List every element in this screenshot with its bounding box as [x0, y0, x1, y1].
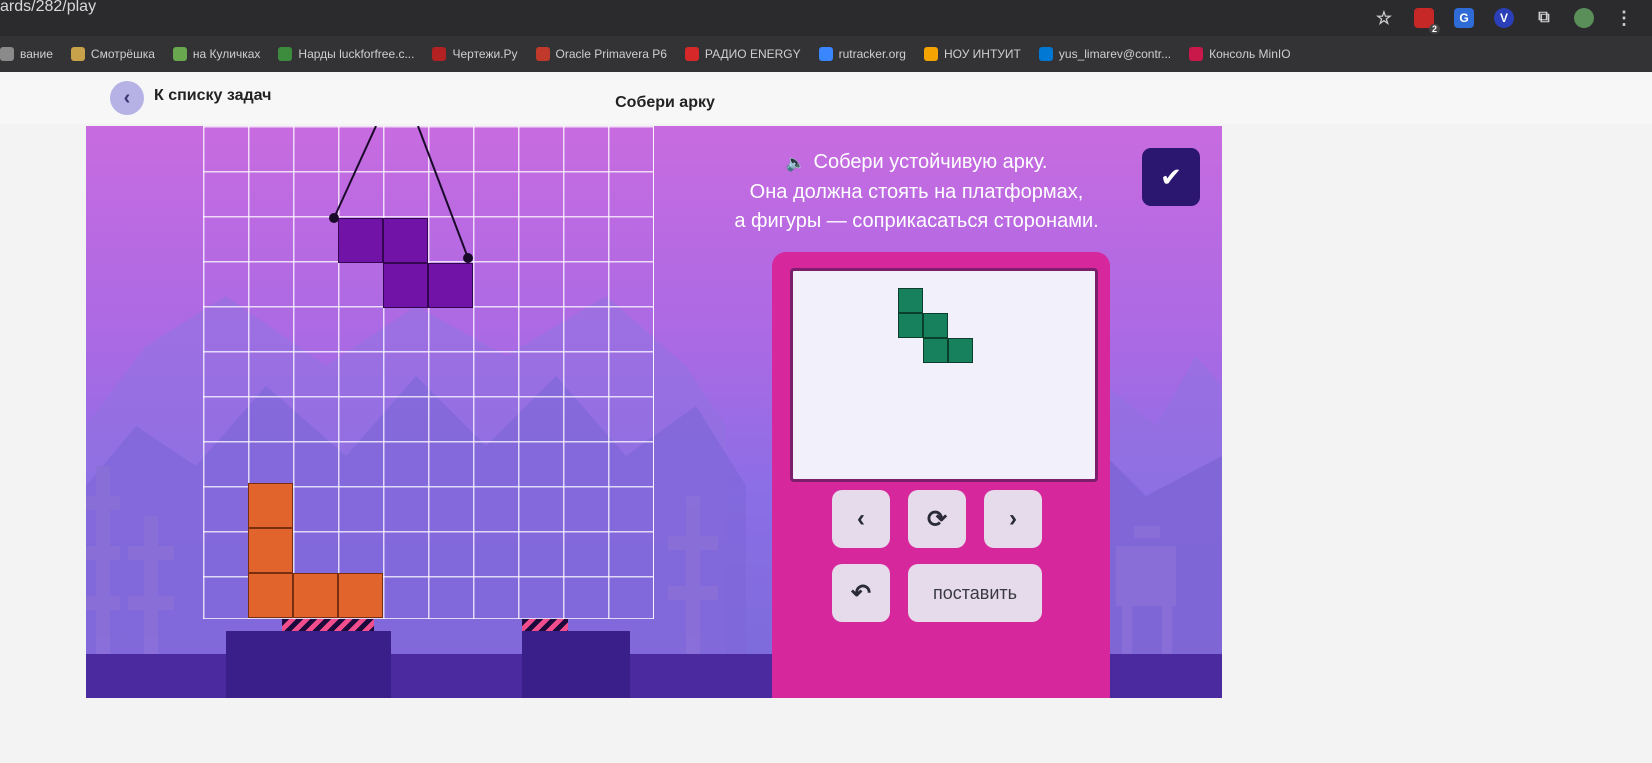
bookmark-item[interactable]: Чертежи.Ру	[432, 47, 518, 61]
vpn-icon[interactable]: V	[1494, 8, 1514, 28]
bookmark-favicon-icon	[1189, 47, 1204, 61]
bookmark-item[interactable]: Консоль MinIO	[1189, 47, 1291, 61]
piece-cell	[383, 263, 428, 308]
check-button[interactable]: ✔	[1142, 148, 1200, 206]
instruction-line-1: 🔈 Собери устойчивую арку.	[785, 151, 1048, 173]
undo-button[interactable]: ↶	[832, 564, 890, 622]
preview-cell	[923, 338, 948, 363]
bookmarks-bar: вание Смотрёшка на Куличках Нарды luckfo…	[0, 36, 1652, 72]
task-header: ‹ К списку задач Собери арку	[0, 72, 1652, 124]
speaker-icon[interactable]: 🔈	[786, 155, 806, 172]
bookmark-item[interactable]: Нарды luckforfree.c...	[278, 47, 414, 61]
next-piece-button[interactable]: ›	[984, 490, 1042, 548]
bookmark-item[interactable]: РАДИО ENERGY	[684, 47, 801, 61]
bookmark-item[interactable]: Смотрёшка	[70, 47, 155, 61]
page-title: Собери арку	[615, 94, 715, 111]
check-icon: ✔	[1160, 161, 1182, 192]
extensions-icon[interactable]: ⧉	[1534, 8, 1554, 28]
previous-piece-button[interactable]: ‹	[832, 490, 890, 548]
profile-icon[interactable]	[1574, 8, 1594, 28]
piece-cell	[428, 263, 473, 308]
back-to-tasks-link[interactable]: К списку задач	[154, 87, 271, 105]
piece-control-panel: ‹ ⟳ › ↶ поставить	[772, 252, 1110, 698]
piece-cell	[383, 218, 428, 263]
star-icon[interactable]: ☆	[1374, 8, 1394, 28]
preview-cell	[923, 313, 948, 338]
piece-cell	[248, 483, 293, 528]
right-platform	[522, 631, 630, 698]
instruction-text: 🔈 Собери устойчивую арку. Она должна стоя…	[694, 148, 1139, 236]
bookmark-favicon-icon	[70, 47, 85, 61]
game-scene: 🔈 Собери устойчивую арку. Она должна стоя…	[86, 126, 1222, 698]
chevron-right-icon: ›	[1009, 505, 1017, 532]
adblock-icon[interactable]: 2	[1414, 8, 1440, 34]
bookmark-item[interactable]: на Куличках	[172, 47, 260, 61]
chevron-left-icon: ‹	[857, 505, 865, 532]
left-platform-stripe	[282, 619, 374, 631]
bookmark-item[interactable]: вание	[0, 47, 53, 61]
piece-cell	[248, 573, 293, 618]
bookmark-favicon-icon	[923, 47, 938, 61]
preview-cell	[898, 288, 923, 313]
bookmark-item[interactable]: НОУ ИНТУИТ	[923, 47, 1021, 61]
instruction-line-2: Она должна стоять на платформах,	[749, 181, 1084, 203]
bookmark-favicon-icon	[818, 47, 833, 61]
piece-cell	[293, 573, 338, 618]
preview-cell	[898, 313, 923, 338]
bookmark-item[interactable]: rutracker.org	[818, 47, 906, 61]
left-platform	[226, 631, 391, 698]
page: ‹ К списку задач Собери арку 🔈 Собери ус…	[0, 72, 1652, 763]
back-button[interactable]: ‹	[110, 81, 144, 115]
piece-cell	[248, 528, 293, 573]
adblock-badge: 2	[1428, 24, 1440, 34]
bookmark-favicon-icon	[684, 47, 699, 61]
bookmark-favicon-icon	[1038, 47, 1053, 61]
piece-cell	[338, 573, 383, 618]
piece-cell	[338, 218, 383, 263]
undo-icon: ↶	[850, 579, 872, 607]
chevron-left-icon: ‹	[123, 86, 131, 109]
preview-cell	[948, 338, 973, 363]
place-button[interactable]: поставить	[908, 564, 1042, 622]
rotate-button[interactable]: ⟳	[908, 490, 966, 548]
browser-toolbar-icons: ☆ 2 G V ⧉ ⋮	[1374, 8, 1634, 34]
bookmark-favicon-icon	[278, 47, 293, 61]
bookmark-item[interactable]: Oracle Primavera P6	[535, 47, 667, 61]
bookmark-favicon-icon	[0, 47, 14, 61]
bookmark-favicon-icon	[172, 47, 187, 61]
translate-icon[interactable]: G	[1454, 8, 1474, 28]
menu-icon[interactable]: ⋮	[1614, 8, 1634, 28]
piece-preview	[790, 268, 1098, 482]
instruction-line-3: а фигуры — соприкасаться сторонами.	[734, 210, 1099, 232]
bookmark-favicon-icon	[432, 47, 447, 61]
address-bar-url[interactable]: ards/282/play	[0, 0, 96, 16]
right-platform-stripe	[522, 619, 568, 631]
rotate-icon: ⟳	[926, 505, 948, 533]
bookmark-item[interactable]: yus_limarev@contr...	[1038, 47, 1171, 61]
browser-titlebar: ards/282/play ☆ 2 G V ⧉ ⋮	[0, 0, 1652, 36]
bookmark-favicon-icon	[535, 47, 550, 61]
